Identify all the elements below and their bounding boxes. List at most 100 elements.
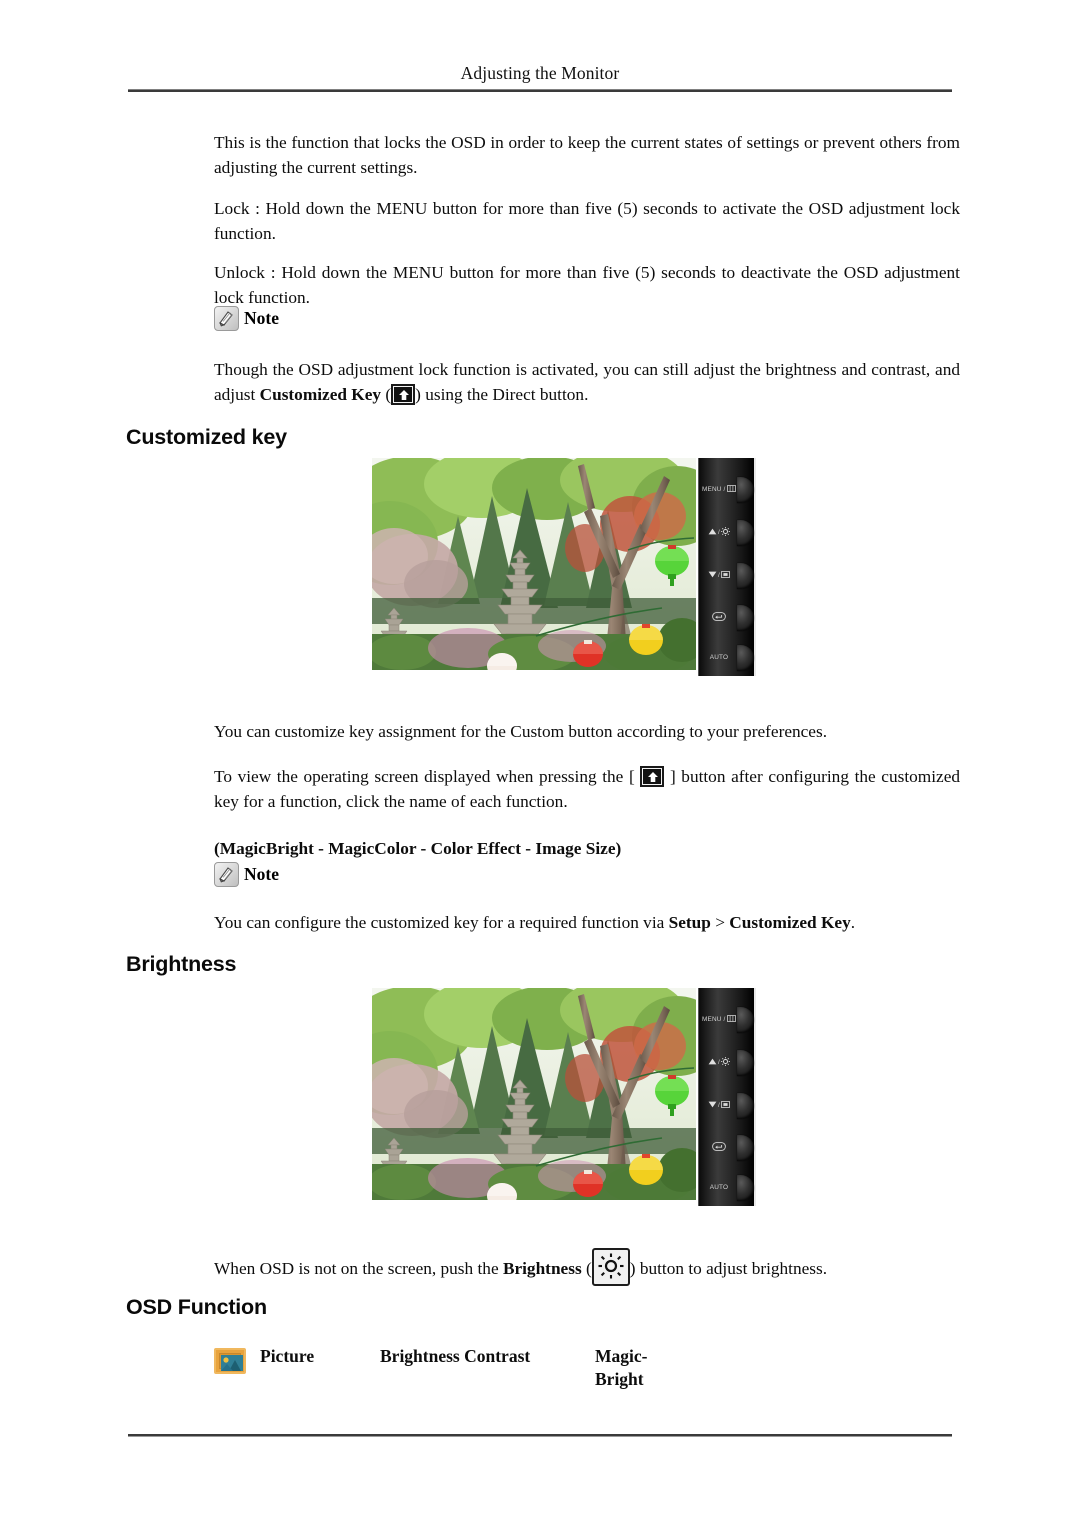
osd-cell-picture[interactable]: Picture — [260, 1345, 380, 1368]
menu-grid-icon-2 — [727, 1015, 736, 1024]
paragraph-lock: Lock : Hold down the MENU button for mor… — [214, 199, 960, 243]
panel-button-down-label-1: / — [701, 571, 737, 580]
paragraph-unlock: Unlock : Hold down the MENU button for m… — [214, 263, 960, 307]
monitor-screen-photo-2 — [372, 988, 696, 1200]
panel-button-cap-6[interactable] — [737, 1007, 754, 1033]
panel-button-auto-1[interactable]: AUTO — [701, 641, 754, 675]
panel-button-menu-label-2: MENU / — [701, 1015, 737, 1024]
panel-button-enter-1[interactable] — [701, 601, 754, 635]
panel-button-cap-2[interactable] — [737, 520, 754, 546]
note-pen-icon-2 — [214, 862, 239, 887]
osd-table-row: Picture Brightness Contrast Magic- Brigh… — [214, 1345, 774, 1391]
panel-button-menu-label-1: MENU / — [701, 485, 737, 494]
brightness-bold: Brightness — [502, 1259, 582, 1278]
panel-button-auto-label-2: AUTO — [709, 1183, 729, 1191]
osd-cell-magicbright[interactable]: Magic- Bright — [595, 1345, 705, 1391]
paragraph-magic-list: (MagicBright - MagicColor - Color Effect… — [214, 839, 622, 858]
panel-button-cap-1[interactable] — [737, 477, 754, 503]
panel-button-menu-1[interactable]: MENU / — [701, 473, 754, 507]
brightness-text-b: ( — [581, 1259, 592, 1278]
panel-button-cap-5[interactable] — [737, 645, 754, 671]
monitor-button-panel-1: MENU / / / AUTO — [698, 458, 756, 676]
paragraph-brightness-block: When OSD is not on the screen, push the … — [214, 1248, 960, 1286]
menu-grid-icon — [727, 485, 736, 494]
paragraph-magiclist-block: (MagicBright - MagicColor - Color Effect… — [214, 836, 960, 861]
document-page: Adjusting the Monitor This is the functi… — [0, 0, 1080, 1527]
heading-customized-key: Customized key — [126, 425, 287, 449]
paragraph-brightness: When OSD is not on the screen, push the … — [214, 1248, 960, 1286]
footer-divider — [128, 1434, 952, 1437]
panel-button-down-label-2: / — [701, 1101, 737, 1110]
panel-button-up-brightness-2[interactable]: / — [701, 1046, 754, 1080]
monitor-screen-photo-1 — [372, 458, 696, 670]
paragraph-lock-intro: This is the function that locks the OSD … — [214, 133, 960, 177]
picture-icon[interactable] — [214, 1348, 246, 1374]
panel-button-menu-2[interactable]: MENU / — [701, 1003, 754, 1037]
brightness-text-c: ) button to adjust brightness. — [629, 1259, 828, 1278]
magicbright-square-icon — [721, 571, 731, 580]
paragraph-note-1-block: Though the OSD adjustment lock function … — [214, 357, 960, 407]
triangle-down-icon-2 — [708, 1101, 717, 1110]
configure-bold-customized-key: Customized Key — [729, 913, 851, 932]
panel-button-auto-label-1: AUTO — [709, 653, 729, 661]
panel-button-cap-3[interactable] — [737, 563, 754, 589]
brightness-text-a: When OSD is not on the screen, push the — [214, 1259, 503, 1278]
note-block-2: Note — [214, 862, 960, 887]
note-1-bold-customized-key: Customized Key — [259, 385, 382, 404]
header-divider — [128, 89, 952, 92]
paragraph-lock-block: Lock : Hold down the MENU button for mor… — [214, 196, 960, 246]
panel-button-enter-label-2 — [701, 1142, 737, 1153]
panel-button-cap-8[interactable] — [737, 1093, 754, 1119]
note-1-text-b: ( — [381, 385, 392, 404]
paragraph-customize: You can customize key assignment for the… — [214, 722, 828, 741]
panel-button-cap-7[interactable] — [737, 1050, 754, 1076]
panel-button-up-label-2: / — [701, 1057, 737, 1068]
panel-button-cap-9[interactable] — [737, 1135, 754, 1161]
heading-osd-function: OSD Function — [126, 1295, 267, 1319]
page-header-title: Adjusting the Monitor — [460, 63, 620, 83]
panel-button-down-magicbright-2[interactable]: / — [701, 1089, 754, 1123]
panel-button-cap-10[interactable] — [737, 1175, 754, 1201]
configure-text-a: You can configure the customized key for… — [214, 913, 669, 932]
osd-cell-magicbright-line2: Bright — [595, 1369, 644, 1389]
enter-source-icon — [712, 612, 726, 623]
paragraph-configure-block: You can configure the customized key for… — [214, 910, 960, 935]
customized-key-icon — [391, 384, 416, 405]
paragraph-customize-block: You can customize key assignment for the… — [214, 719, 960, 744]
note-label: Note — [244, 308, 279, 328]
configure-text-b: > — [710, 913, 730, 932]
magicbright-square-icon-2 — [721, 1101, 731, 1110]
triangle-down-icon — [708, 571, 717, 580]
panel-button-cap-4[interactable] — [737, 605, 754, 631]
paragraph-configure: You can configure the customized key for… — [214, 910, 960, 935]
panel-button-enter-2[interactable] — [701, 1131, 754, 1165]
paragraph-toview: To view the operating screen displayed w… — [214, 764, 960, 814]
customized-key-icon-2 — [640, 766, 665, 787]
panel-button-up-brightness-1[interactable]: / — [701, 516, 754, 550]
osd-cell-magicbright-line1: Magic- — [595, 1346, 648, 1366]
triangle-up-icon-2 — [708, 1058, 717, 1067]
note-1-text-c: ) using the Direct button. — [415, 385, 589, 404]
heading-brightness: Brightness — [126, 952, 237, 976]
brightness-sun-icon-2 — [721, 1057, 731, 1068]
panel-button-down-magicbright-1[interactable]: / — [701, 559, 754, 593]
note-label-2: Note — [244, 864, 279, 884]
toview-text-a: To view the operating screen displayed w… — [214, 767, 641, 786]
panel-button-enter-label-1 — [701, 612, 737, 623]
monitor-button-panel-2: MENU / / / AUTO — [698, 988, 756, 1206]
triangle-up-icon — [708, 528, 717, 537]
osd-icon-cell — [214, 1345, 260, 1374]
paragraph-toview-block: To view the operating screen displayed w… — [214, 764, 960, 814]
panel-button-auto-2[interactable]: AUTO — [701, 1171, 754, 1205]
paragraph-note-1: Though the OSD adjustment lock function … — [214, 357, 960, 407]
brightness-button-icon — [591, 1248, 630, 1286]
osd-cell-brightness-contrast[interactable]: Brightness Contrast — [380, 1345, 595, 1368]
configure-text-c: . — [850, 913, 856, 932]
monitor-figure-customized-key: MENU / / / AUTO — [372, 458, 760, 676]
note-block-1: Note — [214, 306, 960, 331]
enter-source-icon-2 — [712, 1142, 726, 1153]
paragraph-lock-intro-block: This is the function that locks the OSD … — [214, 130, 960, 180]
note-pen-icon — [214, 306, 239, 331]
configure-bold-setup: Setup — [668, 913, 711, 932]
panel-button-up-label-1: / — [701, 527, 737, 538]
